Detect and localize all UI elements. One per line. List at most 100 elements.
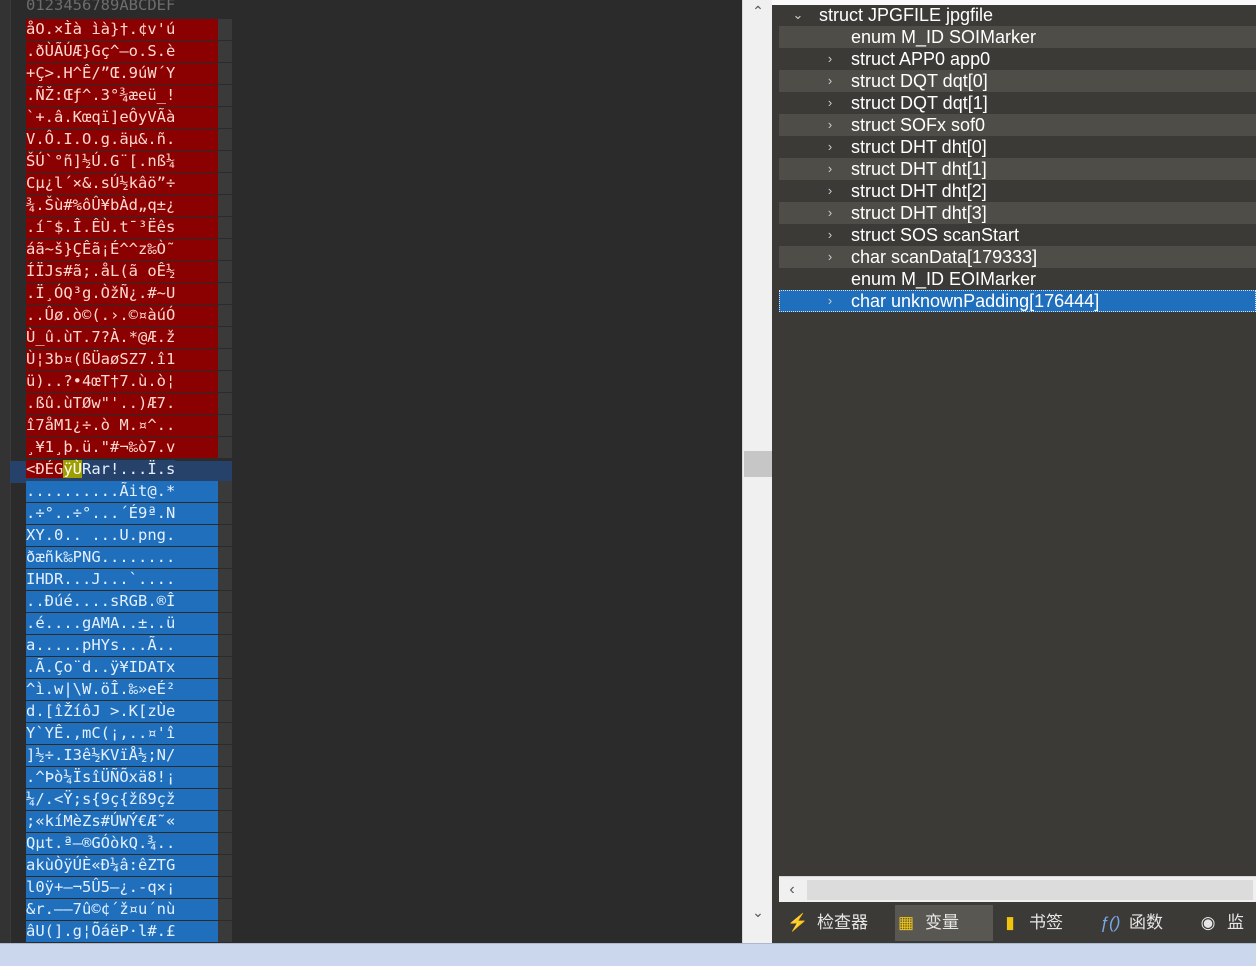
chevron-right-icon[interactable]: ›: [823, 158, 837, 180]
chevron-right-icon[interactable]: ›: [823, 136, 837, 158]
text-line[interactable]: ..........Ãit@.*: [26, 481, 218, 502]
tree-row[interactable]: ⌄ struct JPGFILE jpgfile: [779, 4, 1256, 26]
text-line[interactable]: .ðÙÃÚÆ}Gç^–o.S.è: [26, 41, 218, 62]
chevron-right-icon[interactable]: ›: [823, 224, 837, 246]
line-tail-gap: [218, 591, 232, 612]
line-tail-gap: [218, 349, 232, 370]
tree-row[interactable]: › struct DQT dqt[0]: [779, 70, 1256, 92]
tree-row[interactable]: › struct DHT dht[0]: [779, 136, 1256, 158]
line-tail-gap: [218, 261, 232, 282]
tree-row[interactable]: › struct DQT dqt[1]: [779, 92, 1256, 114]
text-line[interactable]: .ßû.ùTØw"'..)Æ7.: [26, 393, 218, 414]
line-tail-gap: [218, 239, 232, 260]
text-line[interactable]: ŠÚ`°ñ]½Ú.G¨[.nß¼: [26, 151, 218, 172]
line-tail-gap: [218, 547, 232, 568]
tree-row[interactable]: › char unknownPadding[176444]: [779, 290, 1256, 312]
text-line[interactable]: l0ÿ+–¬5Û5–¿.-q×¡: [26, 877, 218, 898]
text-line[interactable]: .Ï¸ÓQ³g.ÒžÑ¿.#~U: [26, 283, 218, 304]
vertical-scrollbar[interactable]: ⌃ ⌄: [742, 0, 773, 943]
text-line[interactable]: ;«kíMèZs#ÚWÝ€Æ˜«: [26, 811, 218, 832]
tree-row[interactable]: › struct SOS scanStart: [779, 224, 1256, 246]
line-tail-gap: [218, 19, 232, 40]
chevron-down-icon[interactable]: ⌄: [791, 4, 805, 26]
hex-text-pane[interactable]: 0123456789ABCDEF åO.×Ìà ìà}†.¢v'ú .ðÙÃÚÆ}…: [0, 0, 742, 943]
chevron-right-icon[interactable]: ›: [823, 114, 837, 136]
chevron-right-icon[interactable]: ›: [823, 48, 837, 70]
tree-row[interactable]: › char scanData[179333]: [779, 246, 1256, 268]
tree-row[interactable]: enum M_ID SOIMarker: [779, 26, 1256, 48]
chevron-right-icon[interactable]: ›: [823, 202, 837, 224]
tree-row-label: struct DHT dht[1]: [851, 159, 987, 179]
text-line[interactable]: áã~š}ÇÊã¡É^^z‰Ò˜: [26, 239, 218, 260]
text-line[interactable]: <ÐÉGÿÙRar!...Ï.s: [26, 459, 218, 480]
tree-row-label: struct SOS scanStart: [851, 225, 1020, 245]
text-line[interactable]: &r.——7û©¢´ž¤u´nù: [26, 899, 218, 920]
horizontal-scroll-track[interactable]: [807, 880, 1253, 900]
text-line[interactable]: ü)..?•4œT†7.ù.ò¦: [26, 371, 218, 392]
tab-function[interactable]: ƒ() 函数: [1099, 905, 1193, 941]
tab-bookmark[interactable]: ▮ 书签: [999, 905, 1093, 941]
text-line[interactable]: .Ã.Ço¨d..ÿ¥IDATx: [26, 657, 218, 678]
text-line[interactable]: XY.0.. ...U.png.: [26, 525, 218, 546]
text-line[interactable]: V.Ô.I.O.g.äµ&.ñ.: [26, 129, 218, 150]
tab-lightning[interactable]: ⚡ 检查器: [787, 905, 891, 941]
scroll-down-icon[interactable]: ⌄: [743, 901, 773, 923]
tree-row[interactable]: › struct APP0 app0: [779, 48, 1256, 70]
tree-row[interactable]: › struct DHT dht[3]: [779, 202, 1256, 224]
chevron-right-icon[interactable]: ›: [823, 70, 837, 92]
padding-start-text[interactable]: Rar!...Ï.s: [82, 460, 176, 478]
selection-end-red[interactable]: <ÐÉG: [26, 460, 64, 478]
chevron-right-icon[interactable]: ›: [823, 92, 837, 114]
text-line[interactable]: î7åM1¿÷.ò M.¤^..: [26, 415, 218, 436]
tree-row[interactable]: enum M_ID EOIMarker: [779, 268, 1256, 290]
tree-row[interactable]: › struct SOFx sof0: [779, 114, 1256, 136]
tree-row-label: struct DQT dqt[0]: [851, 71, 988, 91]
tab-eye[interactable]: ◉ 监: [1197, 905, 1256, 941]
chevron-right-icon[interactable]: ›: [823, 246, 837, 268]
chevron-right-icon[interactable]: ›: [823, 290, 837, 312]
text-line[interactable]: ÍÏJs#ã;.åL(ã oÊ½: [26, 261, 218, 282]
tree-row[interactable]: › struct DHT dht[2]: [779, 180, 1256, 202]
text-line[interactable]: +Ç>.H^Ê/”Œ.9úW´Y: [26, 63, 218, 84]
eoi-marker-highlight[interactable]: ÿÙ: [63, 460, 82, 478]
text-line[interactable]: ¾.Šù#%ôÛ¥bÀd„q±¿: [26, 195, 218, 216]
text-line[interactable]: akùÒÿÚÈ«Ð¼â:êZTG: [26, 855, 218, 876]
text-line[interactable]: .é....gAMA..±..ü: [26, 613, 218, 634]
variables-icon: ▦: [897, 913, 915, 932]
text-line[interactable]: ¸¥1¸þ.ü."#¬‰ò7.v: [26, 437, 218, 458]
chevron-right-icon[interactable]: ›: [823, 180, 837, 202]
line-tail-gap: [218, 437, 232, 458]
scroll-up-icon[interactable]: ⌃: [743, 0, 773, 22]
text-line[interactable]: âU(].g¦ÕáëP·l#.£: [26, 921, 218, 942]
text-line[interactable]: Ù¦3b¤(ßÜaøSZ7.î1: [26, 349, 218, 370]
text-line[interactable]: Qµt.ª—®GÓòkQ.¾..: [26, 833, 218, 854]
tree-row-label: struct DHT dht[2]: [851, 181, 987, 201]
scroll-thumb[interactable]: [744, 451, 772, 477]
text-line[interactable]: ..Ûø.ò©(.›.©¤àúÓ: [26, 305, 218, 326]
tab-variables[interactable]: ▦ 变量: [895, 905, 993, 941]
text-line[interactable]: .^Þò¼ÏsîÜÑÕxä8!¡: [26, 767, 218, 788]
horizontal-scrollbar[interactable]: ‹: [779, 876, 1256, 903]
text-line[interactable]: .÷°..÷°...´É9ª.N: [26, 503, 218, 524]
text-line[interactable]: ¼/.<Ÿ;s{9ç{žß9çž: [26, 789, 218, 810]
text-line[interactable]: ..Ðúé....sRGB.®Î: [26, 591, 218, 612]
text-line[interactable]: Cµ¿l´×&.sÚ½kâö”÷: [26, 173, 218, 194]
status-bar: [0, 943, 1256, 966]
text-line[interactable]: .ÑŽ:Œƒ^.3°¾æeü_!: [26, 85, 218, 106]
text-line[interactable]: d.[îŽíôJ >.K[zÙe: [26, 701, 218, 722]
text-line[interactable]: åO.×Ìà ìà}†.¢v'ú: [26, 19, 218, 40]
text-line[interactable]: IHDR...J...`....: [26, 569, 218, 590]
text-line[interactable]: `+.â.Kœqï]eÔyVÃà: [26, 107, 218, 128]
tree-row[interactable]: › struct DHT dht[1]: [779, 158, 1256, 180]
text-line[interactable]: a.....pHYs...Ã..: [26, 635, 218, 656]
lightning-icon: ⚡: [787, 913, 809, 932]
text-line[interactable]: ^ì.w|\W.öÎ.‰»eÉ²: [26, 679, 218, 700]
text-line[interactable]: Y`YÊ.,mC(¡,..¤'î: [26, 723, 218, 744]
text-line[interactable]: ]½÷.I3ê½KVïÅ½;N/: [26, 745, 218, 766]
scroll-left-icon[interactable]: ‹: [779, 877, 805, 903]
text-line[interactable]: ðæñk‰PNG........: [26, 547, 218, 568]
text-line[interactable]: .í¯$.Î.ÊÙ.t¯³Ëês: [26, 217, 218, 238]
text-line[interactable]: Ù_û.ùT.7?À.*@Æ.ž: [26, 327, 218, 348]
tree-row-label: struct SOFx sof0: [851, 115, 986, 135]
line-tail-gap: [218, 789, 232, 810]
